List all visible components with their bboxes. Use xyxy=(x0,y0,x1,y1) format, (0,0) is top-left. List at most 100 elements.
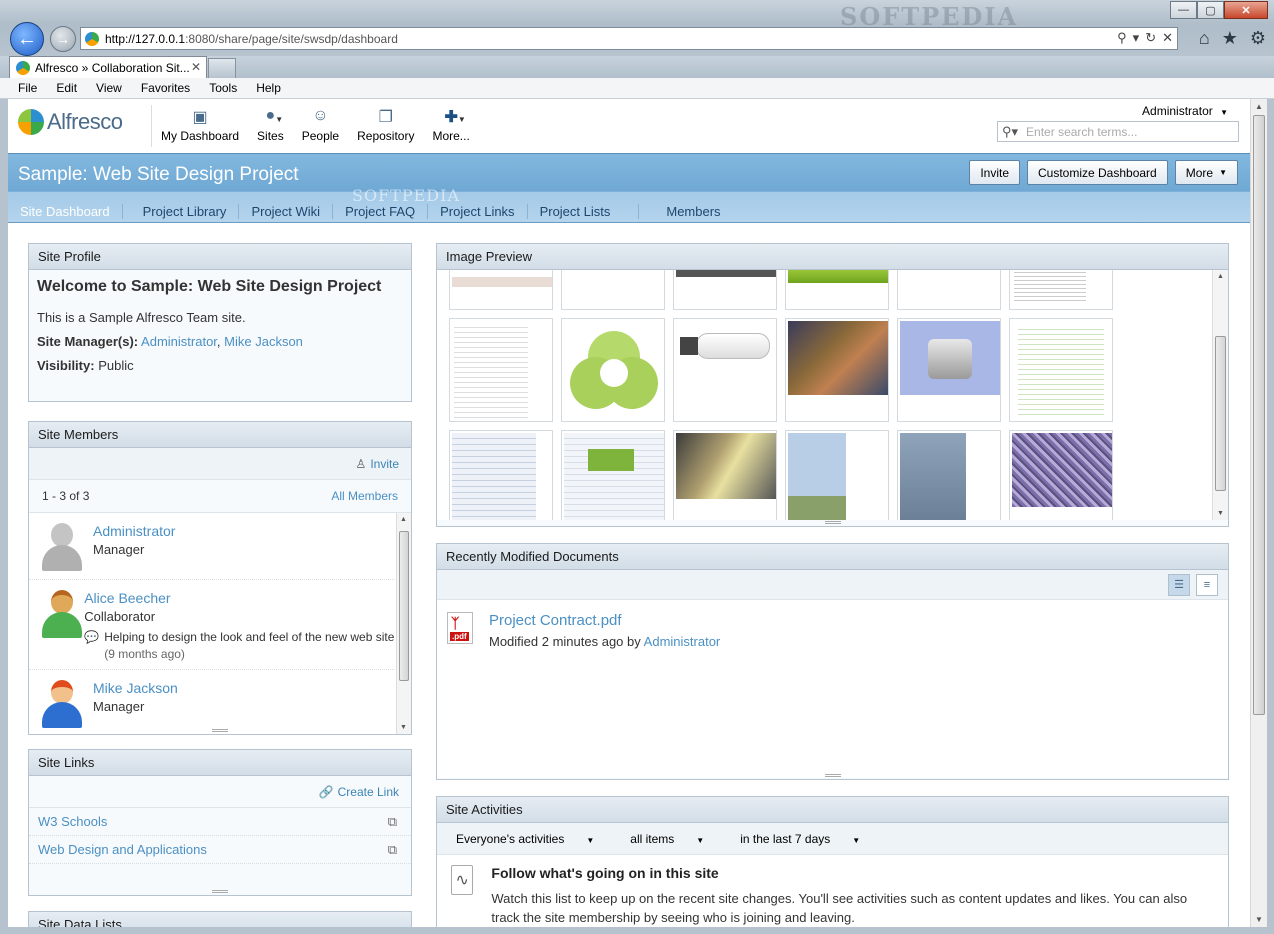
image-thumbnail[interactable] xyxy=(561,318,665,422)
image-thumbnail[interactable] xyxy=(673,270,777,310)
menu-tools[interactable]: Tools xyxy=(209,81,237,95)
tab-site-dashboard[interactable]: Site Dashboard xyxy=(8,203,123,219)
stop-icon[interactable]: ✕ xyxy=(1162,30,1173,46)
menu-view[interactable]: View xyxy=(96,81,122,95)
minimize-button[interactable]: — xyxy=(1170,1,1197,19)
nav-more[interactable]: ✚ ▼ More... xyxy=(423,107,478,143)
nav-my-dashboard[interactable]: ▣ My Dashboard xyxy=(152,107,248,143)
tab-project-wiki[interactable]: Project Wiki xyxy=(239,203,334,219)
manager-link-mike-jackson[interactable]: Mike Jackson xyxy=(224,334,303,349)
chevron-down-icon: ▼ xyxy=(696,835,705,845)
search-icon[interactable]: ⚲▾ xyxy=(1002,124,1018,140)
gear-icon[interactable]: ⚙ xyxy=(1250,28,1266,49)
tab-project-lists[interactable]: Project Lists xyxy=(528,203,640,219)
menu-help[interactable]: Help xyxy=(256,81,281,95)
invite-link[interactable]: ♙ Invite xyxy=(356,457,399,471)
member-list-scrollbar[interactable]: ▲ ▼ xyxy=(396,513,411,734)
image-thumbnail[interactable] xyxy=(561,430,665,520)
image-thumbnail[interactable] xyxy=(897,430,1001,520)
resize-handle[interactable] xyxy=(824,774,841,777)
nav-repository[interactable]: ❐ Repository xyxy=(348,107,423,143)
home-icon[interactable]: ⌂ xyxy=(1199,28,1210,49)
tab-project-faq[interactable]: Project FAQ xyxy=(333,203,429,219)
member-name[interactable]: Alice Beecher xyxy=(84,590,403,606)
invite-button[interactable]: Invite xyxy=(969,160,1020,185)
site-link[interactable]: W3 Schools xyxy=(38,814,107,829)
image-grid-scrollbar[interactable]: ▲ ▼ xyxy=(1212,270,1228,520)
image-thumbnail[interactable] xyxy=(561,270,665,310)
all-members-link[interactable]: All Members xyxy=(331,489,398,503)
image-thumbnail[interactable] xyxy=(897,270,1001,310)
site-link[interactable]: Web Design and Applications xyxy=(38,842,207,857)
browser-tab[interactable]: Alfresco » Collaboration Sit... ✕ xyxy=(9,56,207,78)
dashboard-icon: ▣ xyxy=(192,109,208,126)
resize-handle[interactable] xyxy=(212,890,228,893)
close-window-button[interactable]: ✕ xyxy=(1224,1,1268,19)
simple-view-button[interactable]: ≡ xyxy=(1196,573,1218,596)
document-name[interactable]: Project Contract.pdf xyxy=(489,612,720,629)
refresh-icon[interactable]: ↻ xyxy=(1145,30,1156,46)
image-thumbnail[interactable] xyxy=(1009,270,1113,310)
site-data-lists-dashlet: Site Data Lists xyxy=(28,911,412,927)
scrollbar-thumb[interactable] xyxy=(1215,336,1226,491)
scroll-down-icon[interactable]: ▼ xyxy=(1255,915,1263,924)
modifier-link[interactable]: Administrator xyxy=(644,634,721,649)
manager-link-administrator[interactable]: Administrator xyxy=(141,334,217,349)
image-thumbnail[interactable] xyxy=(449,270,553,310)
list-item: Mike Jackson Manager xyxy=(29,670,411,734)
forward-button[interactable]: → xyxy=(50,26,76,52)
page-scrollbar[interactable]: ▲ ▼ xyxy=(1250,99,1267,927)
image-thumbnail[interactable] xyxy=(1009,318,1113,422)
link-details-icon[interactable]: ⧉ xyxy=(388,814,397,830)
image-thumbnail[interactable] xyxy=(785,430,889,520)
menu-edit[interactable]: Edit xyxy=(56,81,77,95)
member-name[interactable]: Mike Jackson xyxy=(93,680,178,696)
create-link-button[interactable]: 🔗 Create Link xyxy=(319,785,399,799)
tab-project-links[interactable]: Project Links xyxy=(428,203,528,219)
address-bar[interactable]: http://127.0.0.1:8080/share/page/site/sw… xyxy=(80,27,1178,50)
nav-sites[interactable]: ● ▼ Sites xyxy=(248,107,293,143)
tab-members[interactable]: Members xyxy=(639,204,732,219)
image-thumbnail[interactable] xyxy=(673,430,777,520)
scrollbar-thumb[interactable] xyxy=(399,531,409,681)
menu-file[interactable]: File xyxy=(18,81,37,95)
user-menu[interactable]: Administrator ▼ xyxy=(1142,104,1228,118)
new-tab-button[interactable] xyxy=(208,58,236,78)
image-thumbnail[interactable] xyxy=(449,430,553,520)
search-input[interactable]: ⚲▾ Enter search terms... xyxy=(997,121,1239,142)
arrow-left-icon: ← xyxy=(17,27,37,50)
chevron-down-icon: ▼ xyxy=(1219,168,1227,177)
image-thumbnail[interactable] xyxy=(785,270,889,310)
back-button[interactable]: ← xyxy=(10,22,44,56)
customize-dashboard-button[interactable]: Customize Dashboard xyxy=(1027,160,1168,185)
scroll-up-icon[interactable]: ▲ xyxy=(1255,102,1263,111)
chevron-down-icon[interactable]: ▾ xyxy=(1133,30,1140,46)
scroll-up-icon[interactable]: ▲ xyxy=(400,516,407,523)
scroll-down-icon[interactable]: ▼ xyxy=(400,724,407,731)
filter-range-dropdown[interactable]: in the last 7 days ▼ xyxy=(740,832,878,846)
member-name[interactable]: Administrator xyxy=(93,523,175,539)
filter-items-dropdown[interactable]: all items ▼ xyxy=(630,832,722,846)
image-thumbnail[interactable] xyxy=(673,318,777,422)
maximize-button[interactable]: ▢ xyxy=(1197,1,1224,19)
more-button[interactable]: More ▼ xyxy=(1174,160,1238,185)
alfresco-logo[interactable]: Alfresco xyxy=(18,109,123,135)
detailed-view-button[interactable]: ☰ xyxy=(1168,573,1190,596)
search-icon[interactable]: ⚲ xyxy=(1117,30,1127,46)
scrollbar-thumb[interactable] xyxy=(1253,115,1265,715)
resize-handle[interactable] xyxy=(212,729,228,732)
image-thumbnail[interactable] xyxy=(449,318,553,422)
link-details-icon[interactable]: ⧉ xyxy=(388,842,397,858)
image-thumbnail[interactable] xyxy=(897,318,1001,422)
filter-users-dropdown[interactable]: Everyone's activities ▼ xyxy=(456,832,612,846)
image-thumbnail[interactable] xyxy=(785,318,889,422)
close-tab-icon[interactable]: ✕ xyxy=(191,60,201,74)
tab-project-library[interactable]: Project Library xyxy=(131,203,240,219)
resize-handle[interactable] xyxy=(824,521,841,524)
scroll-up-icon[interactable]: ▲ xyxy=(1217,273,1224,280)
menu-favorites[interactable]: Favorites xyxy=(141,81,190,95)
image-thumbnail[interactable] xyxy=(1009,430,1113,520)
nav-people[interactable]: ☺ People xyxy=(293,107,348,143)
star-icon[interactable]: ★ xyxy=(1222,28,1238,49)
scroll-down-icon[interactable]: ▼ xyxy=(1217,510,1224,517)
